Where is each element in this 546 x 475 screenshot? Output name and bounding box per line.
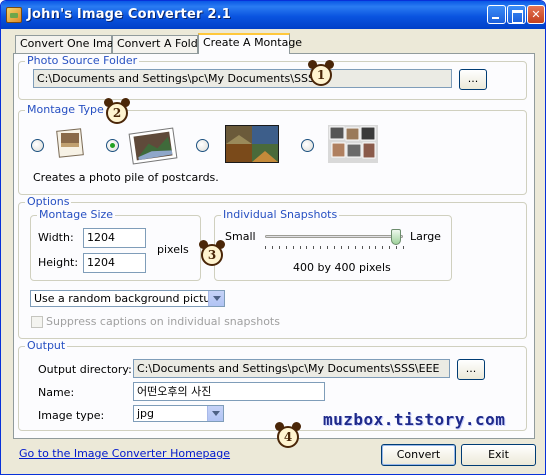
minimize-button[interactable] <box>487 5 506 24</box>
snapshot-size-slider-track[interactable] <box>265 235 403 238</box>
pixels-unit-label: pixels <box>157 243 189 256</box>
photo-source-legend: Photo Source Folder <box>25 54 140 67</box>
slider-tick <box>334 246 335 249</box>
individual-snapshots-legend: Individual Snapshots <box>221 208 340 221</box>
slider-large-label: Large <box>410 230 441 243</box>
output-directory-field[interactable]: C:\Documents and Settings\pc\My Document… <box>133 359 450 378</box>
slider-tick <box>271 246 273 249</box>
suppress-captions-checkbox[interactable] <box>31 316 43 328</box>
watermark-text: muzbox.tistory.com <box>323 410 506 429</box>
close-button[interactable]: ✕ <box>527 5 545 24</box>
suppress-captions-label[interactable]: Suppress captions on individual snapshot… <box>46 315 280 328</box>
output-directory-browse-button[interactable]: ... <box>457 359 485 380</box>
montage-type-radio-scattered[interactable] <box>301 139 314 152</box>
annotation-marker-2: 2 <box>104 98 130 124</box>
output-name-input[interactable]: 어떤오후의 사진 <box>133 382 325 401</box>
grid-tiles-thumbnail[interactable] <box>225 125 279 163</box>
slider-tick <box>340 246 342 249</box>
slider-tick <box>327 246 329 249</box>
background-select-value: Use a random background picture <box>34 292 222 305</box>
slider-tick <box>285 246 287 249</box>
title-bar[interactable]: John's Image Converter 2.1 ✕ <box>1 1 545 29</box>
photo-pile-thumbnail[interactable] <box>127 125 179 165</box>
output-name-label: Name: <box>38 386 75 399</box>
slider-tick <box>354 246 356 249</box>
annotation-marker-4: 4 <box>275 422 301 448</box>
slider-tick <box>299 246 301 249</box>
convert-button[interactable]: Convert <box>381 444 456 466</box>
photo-source-path-field[interactable]: C:\Documents and Settings\pc\My Document… <box>33 69 452 88</box>
slider-tick <box>313 246 315 249</box>
montage-type-description: Creates a photo pile of postcards. <box>33 171 219 184</box>
homepage-link[interactable]: Go to the Image Converter Homepage <box>19 447 230 460</box>
image-type-label: Image type: <box>38 409 105 422</box>
chevron-down-icon[interactable] <box>207 406 223 421</box>
slider-tick <box>265 246 266 249</box>
tab-convert-one-image[interactable]: Convert One Image <box>15 35 127 53</box>
width-label: Width: <box>38 231 74 244</box>
width-input[interactable]: 1204 <box>83 228 146 248</box>
background-select[interactable]: Use a random background picture <box>30 290 225 307</box>
photo-source-browse-button[interactable]: ... <box>459 69 487 90</box>
slider-tick <box>368 246 370 249</box>
image-type-select[interactable]: jpg <box>133 405 224 422</box>
tab-create-a-montage[interactable]: Create A Montage <box>198 33 302 54</box>
slider-tick <box>382 246 384 249</box>
montage-type-radio-grid[interactable] <box>196 139 209 152</box>
slider-tick <box>375 246 377 249</box>
slider-tick <box>396 246 398 249</box>
slider-tick <box>320 246 322 249</box>
slider-tick <box>306 246 308 249</box>
annotation-marker-3: 3 <box>199 240 225 266</box>
image-type-value: jpg <box>137 407 155 420</box>
slider-tick <box>403 246 404 249</box>
tab-convert-a-folder[interactable]: Convert A Folder <box>112 35 209 53</box>
height-label: Height: <box>38 256 79 269</box>
montage-size-legend: Montage Size <box>37 208 116 221</box>
scattered-snapshots-thumbnail[interactable] <box>328 125 378 163</box>
output-directory-label: Output directory: <box>38 363 132 376</box>
slider-tick <box>278 246 280 249</box>
slider-tick <box>292 246 294 249</box>
annotation-marker-1: 1 <box>308 60 334 86</box>
height-input[interactable]: 1204 <box>83 253 146 273</box>
chevron-down-icon[interactable] <box>208 291 224 306</box>
snapshot-size-readout: 400 by 400 pixels <box>293 261 391 274</box>
montage-type-radio-postcards[interactable] <box>31 139 44 152</box>
montage-type-legend: Montage Type <box>25 103 106 116</box>
snapshot-size-slider-thumb[interactable] <box>391 229 402 245</box>
app-icon <box>6 7 22 23</box>
slider-small-label: Small <box>225 230 256 243</box>
output-legend: Output <box>25 339 68 352</box>
options-legend: Options <box>25 195 72 208</box>
slider-tick <box>361 246 363 249</box>
window-title: John's Image Converter 2.1 <box>27 7 231 22</box>
montage-type-radio-photo-pile[interactable] <box>106 139 119 152</box>
slider-tick <box>347 246 349 249</box>
slider-tick <box>389 246 391 249</box>
maximize-button[interactable] <box>507 5 526 24</box>
postcard-stack-thumbnail[interactable] <box>55 126 85 160</box>
exit-button[interactable]: Exit <box>461 444 536 466</box>
app-window: John's Image Converter 2.1 ✕ Convert One… <box>0 0 546 475</box>
